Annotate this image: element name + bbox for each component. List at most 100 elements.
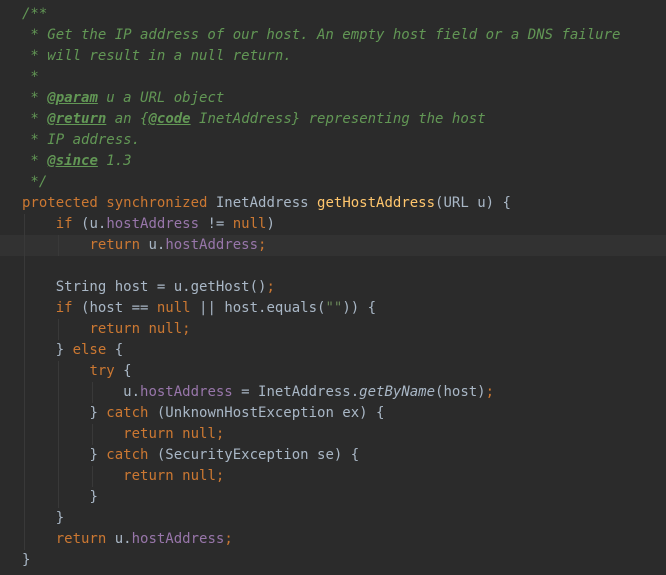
indent-guide [91, 382, 93, 403]
code-line[interactable]: * will result in a null return. [0, 46, 666, 67]
code-line[interactable]: protected synchronized InetAddress getHo… [0, 193, 666, 214]
code-line[interactable] [0, 256, 666, 277]
code-line[interactable]: return u.hostAddress; [0, 529, 666, 550]
code-line[interactable]: * [0, 67, 666, 88]
indent-guide [57, 361, 59, 382]
code-line[interactable]: String host = u.getHost(); [0, 277, 666, 298]
code-token: } [89, 447, 107, 463]
code-token: catch [106, 447, 157, 463]
code-line[interactable]: /** [0, 4, 666, 25]
indent-guide [24, 214, 25, 235]
code-token: } [89, 405, 107, 421]
code-token: return [89, 237, 149, 253]
code-line[interactable]: return null; [0, 466, 666, 487]
code-token: if [55, 216, 82, 232]
code-token: ; [266, 279, 275, 295]
code-token: hostAddress [140, 384, 233, 400]
code-line[interactable]: * Get the IP address of our host. An emp… [0, 25, 666, 46]
code-line[interactable]: } catch (SecurityException se) { [0, 445, 666, 466]
code-token: return null; [123, 426, 225, 442]
code-token: null [156, 300, 200, 316]
code-token: hostAddress [165, 237, 259, 253]
indent-guide [24, 235, 25, 256]
code-line[interactable]: } [0, 487, 666, 508]
code-token: 1.3 [97, 153, 132, 169]
indent-guide [24, 319, 25, 340]
indent-guide [24, 340, 25, 361]
code-token: || host.equals( [199, 300, 326, 316]
indent-guide [24, 277, 25, 298]
code-token: an { [106, 111, 149, 127]
code-line[interactable]: } [0, 508, 666, 529]
code-line[interactable]: return null; [0, 424, 666, 445]
code-token: (URL u) { [435, 195, 511, 211]
indent-guide [24, 382, 25, 403]
code-token: ; [258, 237, 267, 253]
code-token: * [22, 111, 48, 127]
code-line[interactable]: } [0, 550, 666, 571]
code-token: * [22, 153, 48, 169]
code-token: u. [148, 237, 166, 253]
indent-guide [57, 466, 59, 487]
code-token: { [114, 342, 124, 358]
indent-guide [24, 403, 25, 424]
code-token: @param [47, 90, 98, 106]
code-token: (SecurityException se) { [156, 447, 360, 463]
code-line[interactable]: } catch (UnknownHostException ex) { [0, 403, 666, 424]
indent-guide [24, 298, 25, 319]
code-token: protected synchronized [22, 195, 216, 211]
code-line[interactable]: * @since 1.3 [0, 151, 666, 172]
code-token: getHostAddress [317, 195, 436, 211]
code-token: (host == [81, 300, 157, 316]
code-line[interactable]: } else { [0, 340, 666, 361]
code-token: return null; [123, 468, 225, 484]
code-token: * [22, 69, 39, 85]
code-token: else [72, 342, 115, 358]
indent-guide [24, 424, 25, 445]
code-token: u. [123, 384, 141, 400]
code-line[interactable]: return u.hostAddress; [0, 235, 666, 256]
code-token: = InetAddress. [232, 384, 360, 400]
code-line[interactable]: */ [0, 172, 666, 193]
code-editor[interactable]: /** * Get the IP address of our host. An… [0, 0, 666, 575]
code-token: try [89, 363, 124, 379]
code-line[interactable]: return null; [0, 319, 666, 340]
indent-guide [57, 487, 59, 508]
code-line[interactable]: * @return an {@code InetAddress} represe… [0, 109, 666, 130]
code-token: != [199, 216, 233, 232]
indent-guide [57, 319, 59, 340]
indent-guide [24, 445, 25, 466]
code-token: /** [22, 6, 48, 22]
code-token: InetAddress} representing the host [190, 111, 486, 127]
code-token: } [55, 510, 65, 526]
code-line[interactable]: u.hostAddress = InetAddress.getByName(ho… [0, 382, 666, 403]
indent-guide [57, 403, 59, 424]
code-line[interactable]: if (u.hostAddress != null) [0, 214, 666, 235]
code-token: @code [148, 111, 191, 127]
code-line[interactable]: * IP address. [0, 130, 666, 151]
indent-guide [24, 487, 25, 508]
indent-guide [24, 529, 25, 550]
code-token: "" [325, 300, 343, 316]
code-token: (host) [435, 384, 486, 400]
code-token: return [55, 531, 115, 547]
code-line[interactable]: * @param u a URL object [0, 88, 666, 109]
code-line[interactable]: if (host == null || host.equals("")) { [0, 298, 666, 319]
code-token: (u. [81, 216, 107, 232]
code-token: } [89, 489, 98, 505]
code-token: ; [224, 531, 233, 547]
code-token: */ [22, 174, 48, 190]
code-token: )) { [342, 300, 377, 316]
code-token: String host = u.getHost() [55, 279, 267, 295]
code-token: { [123, 363, 132, 379]
code-line[interactable]: try { [0, 361, 666, 382]
